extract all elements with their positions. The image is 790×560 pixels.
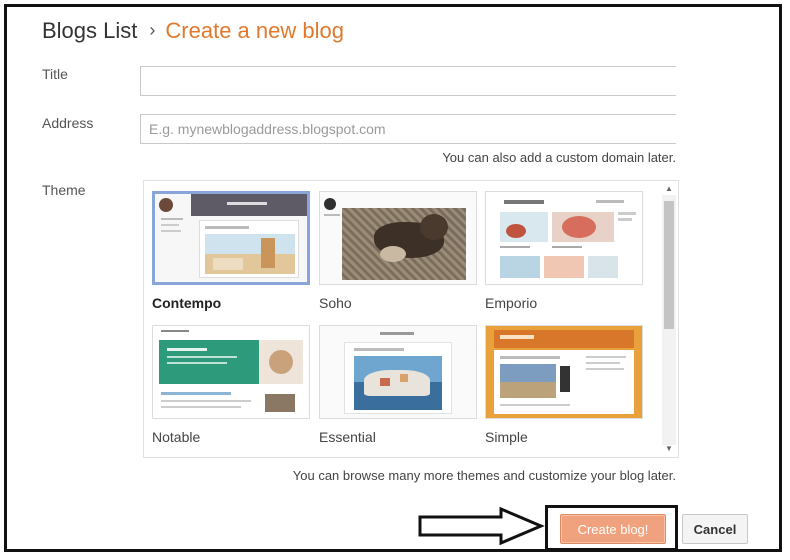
emporio-thumbnail bbox=[485, 191, 643, 285]
theme-option-simple[interactable]: Simple bbox=[485, 325, 643, 445]
theme-scrollbar[interactable] bbox=[662, 195, 676, 445]
breadcrumb: Blogs List › Create a new blog bbox=[42, 18, 344, 44]
breadcrumb-blogs-list[interactable]: Blogs List bbox=[42, 18, 137, 43]
notable-thumbnail bbox=[152, 325, 310, 419]
theme-name-simple: Simple bbox=[485, 429, 528, 445]
custom-domain-hint: You can also add a custom domain later. bbox=[442, 150, 676, 165]
scrollbar-thumb[interactable] bbox=[664, 201, 674, 329]
theme-option-contempo[interactable]: Contempo bbox=[152, 191, 310, 311]
address-label: Address bbox=[42, 115, 94, 131]
scroll-up-icon[interactable]: ▲ bbox=[662, 183, 676, 195]
theme-label: Theme bbox=[42, 182, 86, 198]
right-arrow-icon bbox=[418, 506, 545, 546]
scroll-down-icon[interactable]: ▼ bbox=[662, 443, 676, 455]
theme-name-essential: Essential bbox=[319, 429, 376, 445]
essential-thumbnail bbox=[319, 325, 477, 419]
soho-thumbnail bbox=[319, 191, 477, 285]
theme-name-contempo: Contempo bbox=[152, 295, 222, 311]
theme-name-emporio: Emporio bbox=[485, 295, 538, 311]
breadcrumb-separator-icon: › bbox=[149, 20, 156, 40]
page-title: Create a new blog bbox=[165, 18, 344, 43]
title-label: Title bbox=[42, 66, 68, 82]
title-input[interactable] bbox=[140, 66, 676, 96]
theme-option-notable[interactable]: Notable bbox=[152, 325, 310, 445]
create-blog-button[interactable]: Create blog! bbox=[560, 514, 666, 544]
theme-option-soho[interactable]: Soho bbox=[319, 191, 477, 311]
browse-themes-hint: You can browse many more themes and cust… bbox=[292, 468, 676, 483]
theme-name-notable: Notable bbox=[152, 429, 201, 445]
cancel-button[interactable]: Cancel bbox=[682, 514, 748, 544]
theme-option-essential[interactable]: Essential bbox=[319, 325, 477, 445]
address-input[interactable] bbox=[140, 114, 676, 144]
simple-thumbnail bbox=[485, 325, 643, 419]
theme-option-emporio[interactable]: Emporio bbox=[485, 191, 643, 311]
theme-picker: Contempo Soho Emporio Notable Essential … bbox=[143, 180, 679, 458]
theme-name-soho: Soho bbox=[319, 295, 352, 311]
contempo-thumbnail bbox=[152, 191, 310, 285]
